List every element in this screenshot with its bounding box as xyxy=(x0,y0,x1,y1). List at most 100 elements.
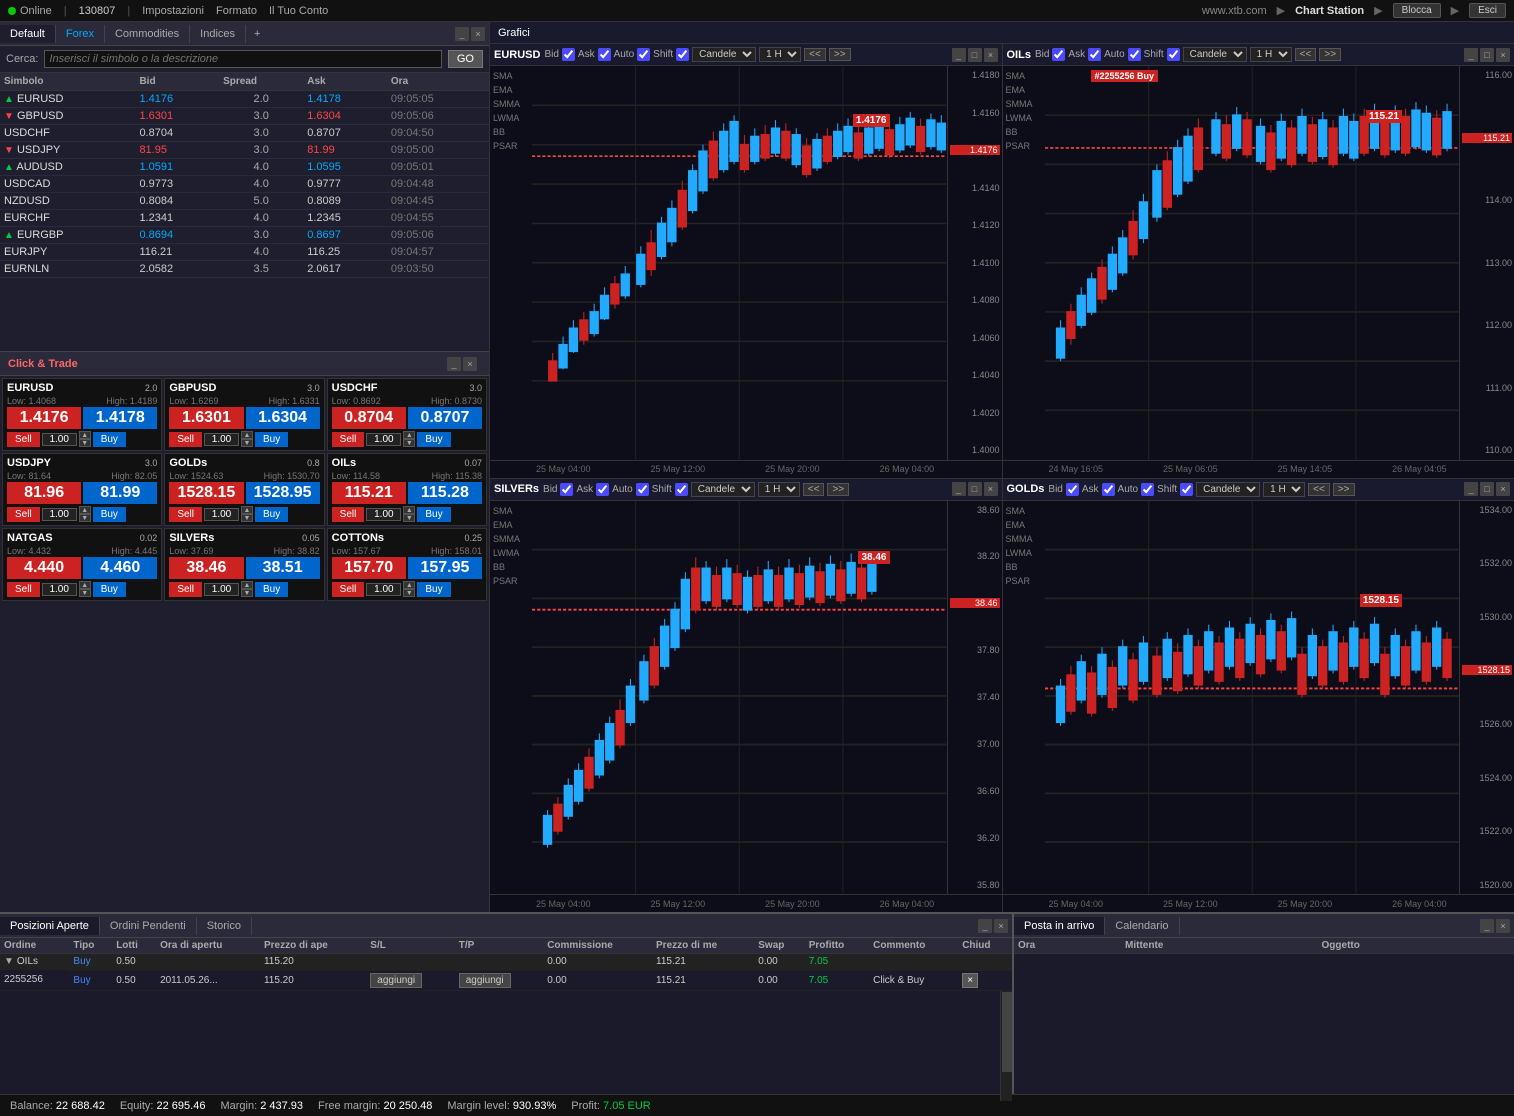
group-expand-icon[interactable]: ▼ xyxy=(4,956,14,967)
gd-next-btn[interactable]: >> xyxy=(1333,483,1355,496)
search-input[interactable] xyxy=(44,50,441,68)
sv-tf-select[interactable]: 1 H xyxy=(758,482,800,497)
oils-smma-btn[interactable]: SMMA xyxy=(1003,98,1045,110)
oils-lwma-btn[interactable]: LWMA xyxy=(1003,112,1045,124)
gd-restore[interactable]: □ xyxy=(1480,482,1494,496)
scrollbar-thumb[interactable] xyxy=(1002,992,1012,1072)
blocca-button[interactable]: Blocca xyxy=(1393,3,1441,18)
oils-type-select[interactable]: Candele xyxy=(1183,47,1247,62)
chart-prev-btn[interactable]: << xyxy=(804,48,826,61)
sv-lwma-btn[interactable]: LWMA xyxy=(490,547,532,559)
ct-spin-up[interactable]: ▲ xyxy=(403,431,415,439)
minimize-button[interactable]: _ xyxy=(455,27,469,41)
ct-qty-input[interactable] xyxy=(42,583,77,596)
gd-minimize[interactable]: _ xyxy=(1464,482,1478,496)
ct-sell-btn[interactable]: Sell xyxy=(169,507,202,522)
chart-oils-close-btn[interactable]: × xyxy=(1496,48,1510,62)
esci-button[interactable]: Esci xyxy=(1469,3,1506,18)
watchlist-row[interactable]: ▼ USDJPY 81.95 3.0 81.99 09:05:00 xyxy=(0,142,489,159)
chart-eurusd-close-btn[interactable]: × xyxy=(984,48,998,62)
sl-aggiungi-button[interactable]: aggiungi xyxy=(370,973,422,988)
ct-spin-down[interactable]: ▼ xyxy=(241,439,253,447)
oils-prev-btn[interactable]: << xyxy=(1295,48,1317,61)
gd-tf-select[interactable]: 1 H xyxy=(1263,482,1305,497)
ct-spin-up[interactable]: ▲ xyxy=(79,431,91,439)
sv-bid-checkbox[interactable] xyxy=(560,483,573,496)
ct-buy-btn[interactable]: Buy xyxy=(93,507,126,522)
ct-sell-btn[interactable]: Sell xyxy=(169,582,202,597)
sv-bb-btn[interactable]: BB xyxy=(490,561,532,573)
sv-minimize[interactable]: _ xyxy=(952,482,966,496)
chart-eurusd-restore[interactable]: □ xyxy=(968,48,982,62)
tp-aggiungi-button[interactable]: aggiungi xyxy=(459,973,511,988)
ct-sell-btn[interactable]: Sell xyxy=(7,432,40,447)
ct-spin-up[interactable]: ▲ xyxy=(79,581,91,589)
ct-buy-btn[interactable]: Buy xyxy=(417,432,450,447)
ema-btn[interactable]: EMA xyxy=(490,84,532,96)
go-button[interactable]: GO xyxy=(448,50,483,68)
lwma-btn[interactable]: LWMA xyxy=(490,112,532,124)
gd-type-select[interactable]: Candele xyxy=(1196,482,1260,497)
oils-auto-checkbox[interactable] xyxy=(1128,48,1141,61)
format-link[interactable]: Formato xyxy=(216,5,257,17)
ct-qty-input[interactable] xyxy=(366,433,401,446)
gd-bid-checkbox[interactable] xyxy=(1066,483,1079,496)
gd-ask-checkbox[interactable] xyxy=(1102,483,1115,496)
ct-buy-btn[interactable]: Buy xyxy=(255,432,288,447)
sv-next-btn[interactable]: >> xyxy=(827,483,849,496)
ct-minimize-button[interactable]: _ xyxy=(447,357,461,371)
oils-tf-select[interactable]: 1 H xyxy=(1250,47,1292,62)
watchlist-row[interactable]: ▲ AUDUSD 1.0591 4.0 1.0595 09:05:01 xyxy=(0,159,489,176)
sma-btn[interactable]: SMA xyxy=(490,70,532,82)
ct-qty-input[interactable] xyxy=(204,583,239,596)
sv-shift-checkbox[interactable] xyxy=(675,483,688,496)
chart-oils-restore[interactable]: □ xyxy=(1480,48,1494,62)
chart-golds-canvas[interactable]: 1528.15 xyxy=(1045,501,1460,895)
oils-bb-btn[interactable]: BB xyxy=(1003,126,1045,138)
ct-buy-btn[interactable]: Buy xyxy=(255,507,288,522)
watchlist-row[interactable]: USDCHF 0.8704 3.0 0.8707 09:04:50 xyxy=(0,125,489,142)
ct-buy-btn[interactable]: Buy xyxy=(417,582,450,597)
bb-btn[interactable]: BB xyxy=(490,126,532,138)
ct-spin-down[interactable]: ▼ xyxy=(241,589,253,597)
oils-sma-btn[interactable]: SMA xyxy=(1003,70,1045,82)
sv-psar-btn[interactable]: PSAR xyxy=(490,575,532,587)
oils-ask-checkbox[interactable] xyxy=(1088,48,1101,61)
ct-sell-btn[interactable]: Sell xyxy=(7,582,40,597)
ct-qty-input[interactable] xyxy=(366,508,401,521)
order-close-button[interactable]: × xyxy=(962,973,978,988)
tab-open-positions[interactable]: Posizioni Aperte xyxy=(0,917,100,935)
ct-spin-up[interactable]: ▲ xyxy=(241,506,253,514)
tab-pending-orders[interactable]: Ordini Pendenti xyxy=(100,917,197,935)
ct-spin-down[interactable]: ▼ xyxy=(403,589,415,597)
shift-checkbox[interactable] xyxy=(676,48,689,61)
gd-shift-checkbox[interactable] xyxy=(1180,483,1193,496)
ct-spin-down[interactable]: ▼ xyxy=(79,514,91,522)
account-link[interactable]: Il Tuo Conto xyxy=(269,5,328,17)
tab-forex[interactable]: Forex xyxy=(56,25,105,43)
watchlist-row[interactable]: EURJPY 116.21 4.0 116.25 09:04:57 xyxy=(0,244,489,261)
ct-spin-down[interactable]: ▼ xyxy=(403,439,415,447)
tab-commodities[interactable]: Commodities xyxy=(105,25,190,43)
bid-checkbox[interactable] xyxy=(562,48,575,61)
watchlist-row[interactable]: ▲ EURUSD 1.4176 2.0 1.4178 09:05:05 xyxy=(0,91,489,108)
gd-prev-btn[interactable]: << xyxy=(1308,483,1330,496)
sv-auto-checkbox[interactable] xyxy=(636,483,649,496)
ct-qty-input[interactable] xyxy=(204,433,239,446)
chart-next-btn[interactable]: >> xyxy=(829,48,851,61)
ct-sell-btn[interactable]: Sell xyxy=(332,582,365,597)
ct-spin-up[interactable]: ▲ xyxy=(241,581,253,589)
ct-sell-btn[interactable]: Sell xyxy=(332,432,365,447)
settings-link[interactable]: Impostazioni xyxy=(142,5,204,17)
ask-checkbox[interactable] xyxy=(598,48,611,61)
ct-sell-btn[interactable]: Sell xyxy=(169,432,202,447)
ct-qty-input[interactable] xyxy=(204,508,239,521)
chart-oils-minimize[interactable]: _ xyxy=(1464,48,1478,62)
ct-close-button[interactable]: × xyxy=(463,357,477,371)
watchlist-row[interactable]: USDCAD 0.9773 4.0 0.9777 09:04:48 xyxy=(0,176,489,193)
ct-qty-input[interactable] xyxy=(42,508,77,521)
ct-buy-btn[interactable]: Buy xyxy=(93,582,126,597)
tab-history[interactable]: Storico xyxy=(197,917,252,935)
ct-spin-up[interactable]: ▲ xyxy=(79,506,91,514)
tab-add-icon[interactable]: + xyxy=(246,25,268,43)
